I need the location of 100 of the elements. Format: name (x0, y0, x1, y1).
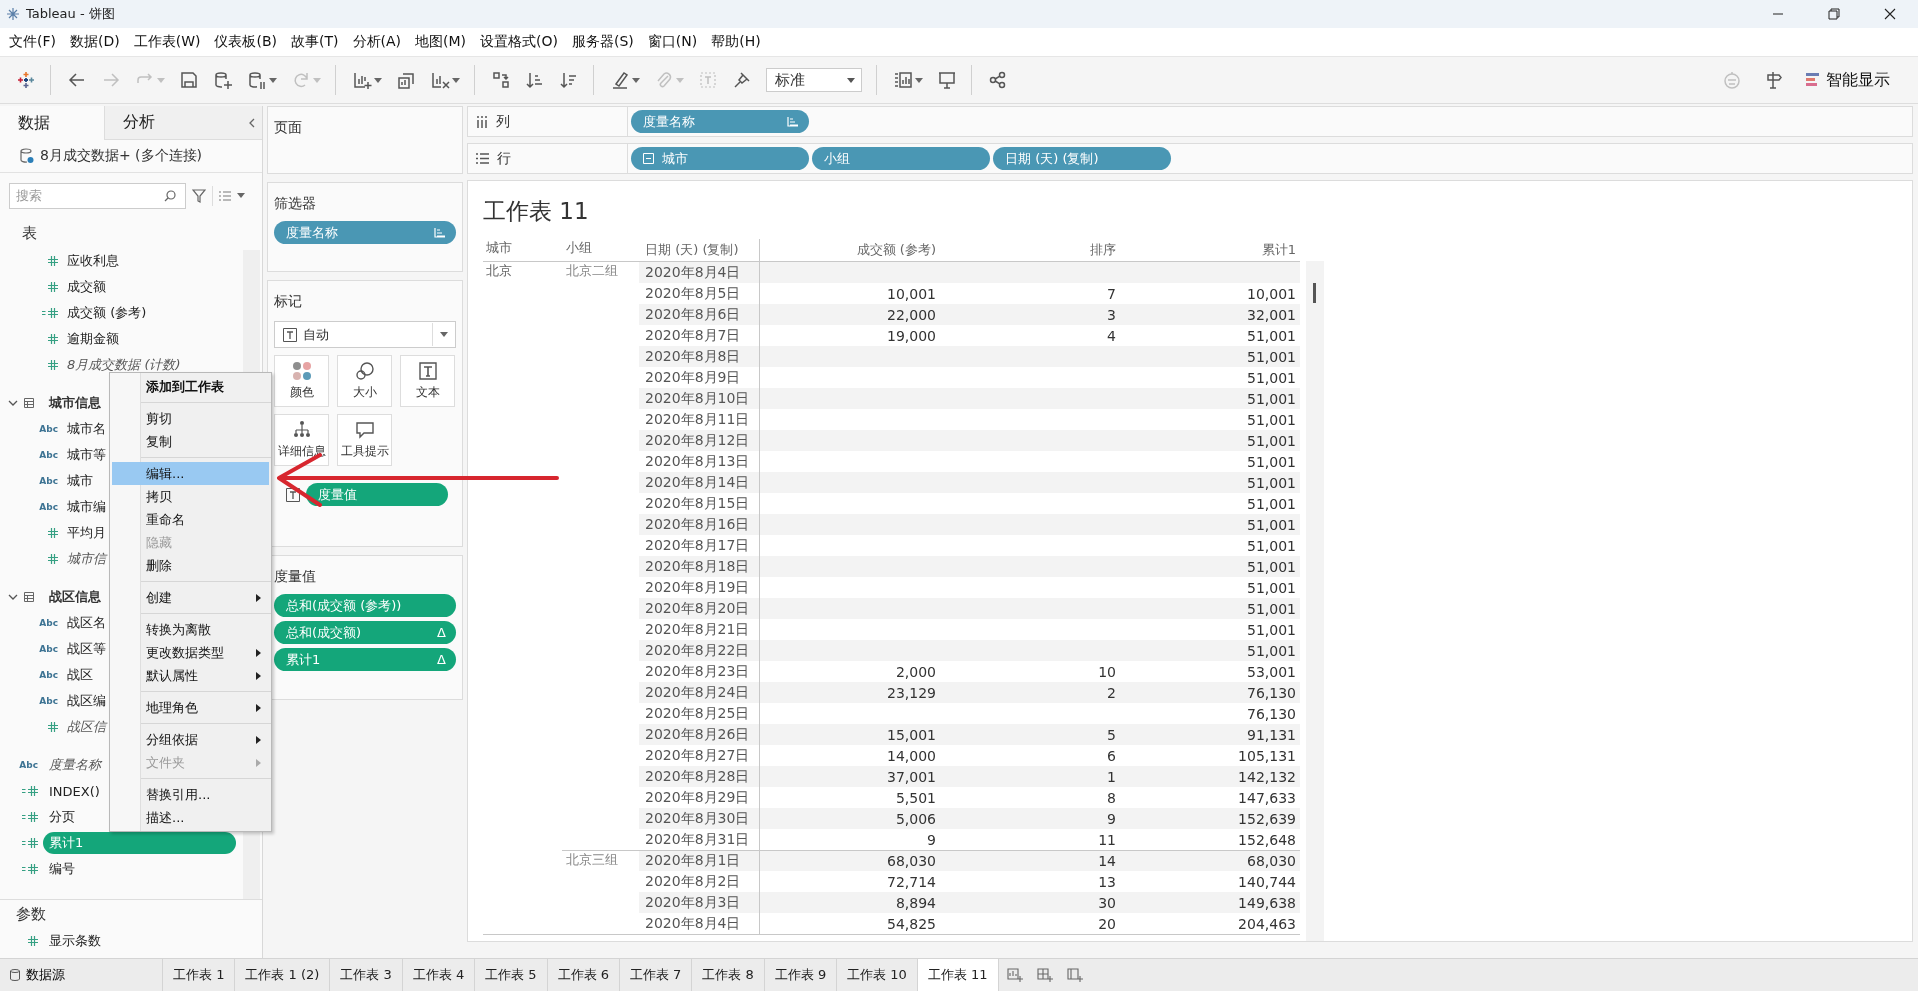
menu-item[interactable]: 剪切 (112, 407, 269, 430)
data-source-tab[interactable]: 数据源 (0, 959, 163, 991)
mark-property-button[interactable]: 文本 (400, 355, 455, 407)
pane-tab[interactable]: 分析 (104, 106, 208, 140)
menu-item[interactable]: 创建 (112, 586, 269, 609)
menu-item[interactable]: 帮助(H) (704, 33, 768, 51)
bar-chart-icon[interactable] (1806, 73, 1822, 87)
menu-item[interactable]: 分组依据 (112, 728, 269, 751)
field-name[interactable]: 战区信 (61, 718, 106, 736)
close-icon[interactable] (1884, 8, 1896, 20)
menu-item[interactable]: 地图(M) (408, 33, 474, 51)
mark-property-button[interactable]: 详细信息 (274, 414, 329, 466)
expand-chevron-icon[interactable] (8, 592, 18, 602)
menu-item[interactable]: 地理角色 (112, 696, 269, 719)
field-name[interactable]: 城市 (61, 472, 93, 490)
sheet-tab[interactable]: 工作表 6 (547, 959, 620, 991)
field-name[interactable]: 8月成交数据 (计数) (61, 356, 181, 374)
field-name[interactable]: 战区 (61, 666, 93, 684)
scrollbar-thumb[interactable] (1313, 283, 1316, 303)
highlighter-icon[interactable] (610, 70, 630, 90)
menu-item[interactable]: 添加到工作表 (112, 375, 269, 398)
menu-item[interactable]: 编辑... (112, 462, 269, 485)
field-name[interactable]: INDEX() (43, 783, 100, 799)
sort-descending-icon[interactable] (559, 70, 579, 90)
search-field[interactable]: 搜索 (9, 182, 186, 209)
field-name[interactable]: 度量名称 (43, 756, 101, 774)
field-name[interactable]: 战区名 (61, 614, 106, 632)
field-name[interactable]: 城市编 (61, 498, 106, 516)
new-dashboard-icon[interactable] (1036, 967, 1053, 983)
menu-item[interactable]: 设置格式(O) (473, 33, 565, 51)
dropdown-caret-icon[interactable] (374, 77, 382, 83)
field-name[interactable]: 战区等 (61, 640, 106, 658)
sheet-tab[interactable]: 工作表 8 (692, 959, 765, 991)
duplicate-icon[interactable] (396, 70, 416, 90)
menu-item[interactable]: 窗口(N) (640, 33, 705, 51)
sort-ascending-icon[interactable] (525, 70, 545, 90)
new-worksheet-icon[interactable] (1006, 967, 1023, 983)
menu-item[interactable]: 分析(A) (345, 33, 408, 51)
menu-item[interactable]: 服务器(S) (565, 33, 641, 51)
mark-size-select[interactable]: 标准 (766, 68, 862, 92)
sheet-tab[interactable]: 工作表 1 (2) (235, 959, 331, 991)
field-name[interactable]: 成交额 (参考) (61, 304, 147, 322)
field-name[interactable]: 城市信 (61, 550, 106, 568)
dropdown-caret-icon[interactable] (632, 77, 640, 83)
save-icon[interactable] (179, 70, 199, 90)
menu-item[interactable]: 转换为离散 (112, 618, 269, 641)
data-source-name[interactable]: 8月成交数据+ (多个连接) (40, 147, 202, 165)
mark-property-button[interactable]: 大小 (337, 355, 392, 407)
dropdown-caret-icon[interactable] (452, 77, 460, 83)
expand-chevron-icon[interactable] (8, 398, 18, 408)
dropdown-caret-icon[interactable] (237, 193, 245, 198)
dropdown-caret-icon[interactable] (847, 77, 855, 83)
dropdown-caret-icon[interactable] (915, 77, 923, 83)
search-icon[interactable] (164, 189, 176, 202)
menu-item[interactable]: 替换引用... (112, 783, 269, 806)
menu-item[interactable]: 数据(D) (63, 33, 127, 51)
sheet-tab[interactable]: 工作表 1 (163, 959, 236, 991)
cards-icon[interactable] (893, 70, 913, 90)
pin-icon[interactable] (732, 70, 752, 90)
field-name[interactable]: 分页 (43, 808, 75, 826)
field-name[interactable]: 编号 (43, 860, 75, 878)
menu-item[interactable]: 重命名 (112, 508, 269, 531)
mark-type-dropdown[interactable]: 自动 (274, 321, 456, 348)
swap-icon[interactable] (491, 70, 511, 90)
sheet-tab[interactable]: 工作表 3 (330, 959, 403, 991)
mark-property-button[interactable]: 工具提示 (337, 414, 392, 466)
menu-item[interactable]: 工作表(W) (126, 33, 208, 51)
field-name[interactable]: 战区编 (61, 692, 106, 710)
chevron-left-icon[interactable] (248, 117, 256, 128)
field-name[interactable]: 应收利息 (61, 252, 119, 270)
mark-property-button[interactable]: 颜色 (274, 355, 329, 407)
field-name[interactable]: 城市名 (61, 420, 106, 438)
dropdown-caret-icon[interactable] (440, 332, 448, 337)
menu-item[interactable]: 默认属性 (112, 664, 269, 687)
field-name[interactable]: 城市等 (61, 446, 106, 464)
folder-name[interactable]: 城市信息 (43, 394, 101, 412)
sheet-tab[interactable]: 工作表 5 (475, 959, 548, 991)
folder-name[interactable]: 战区信息 (43, 588, 101, 606)
presentation-icon[interactable] (937, 70, 957, 90)
new-story-icon[interactable] (1066, 967, 1083, 983)
sheet-tab[interactable]: 工作表 9 (764, 959, 838, 991)
field-name[interactable]: 成交额 (61, 278, 106, 296)
signpost-icon[interactable] (1764, 70, 1784, 90)
database-plus-icon[interactable] (213, 70, 233, 90)
chart-clear-icon[interactable] (430, 70, 450, 90)
menu-item[interactable]: 文件(F) (2, 33, 63, 51)
logo-icon[interactable] (16, 70, 36, 90)
show-me-button[interactable]: 智能显示 (1806, 69, 1890, 91)
menu-item[interactable]: 复制 (112, 430, 269, 453)
menu-item[interactable]: 拷贝 (112, 485, 269, 508)
scrollbar[interactable] (1306, 261, 1324, 941)
sheet-tab[interactable]: 工作表 10 (837, 959, 918, 991)
sheet-tab[interactable]: 工作表 11 (917, 959, 999, 991)
menu-item[interactable]: 更改数据类型 (112, 641, 269, 664)
sheet-tab[interactable]: 工作表 4 (402, 959, 476, 991)
field-name[interactable]: 平均月 (61, 524, 106, 542)
menu-item[interactable]: 删除 (112, 554, 269, 577)
database-pause-icon[interactable] (247, 70, 267, 90)
filter-icon[interactable] (192, 188, 206, 203)
restore-icon[interactable] (1828, 8, 1840, 20)
